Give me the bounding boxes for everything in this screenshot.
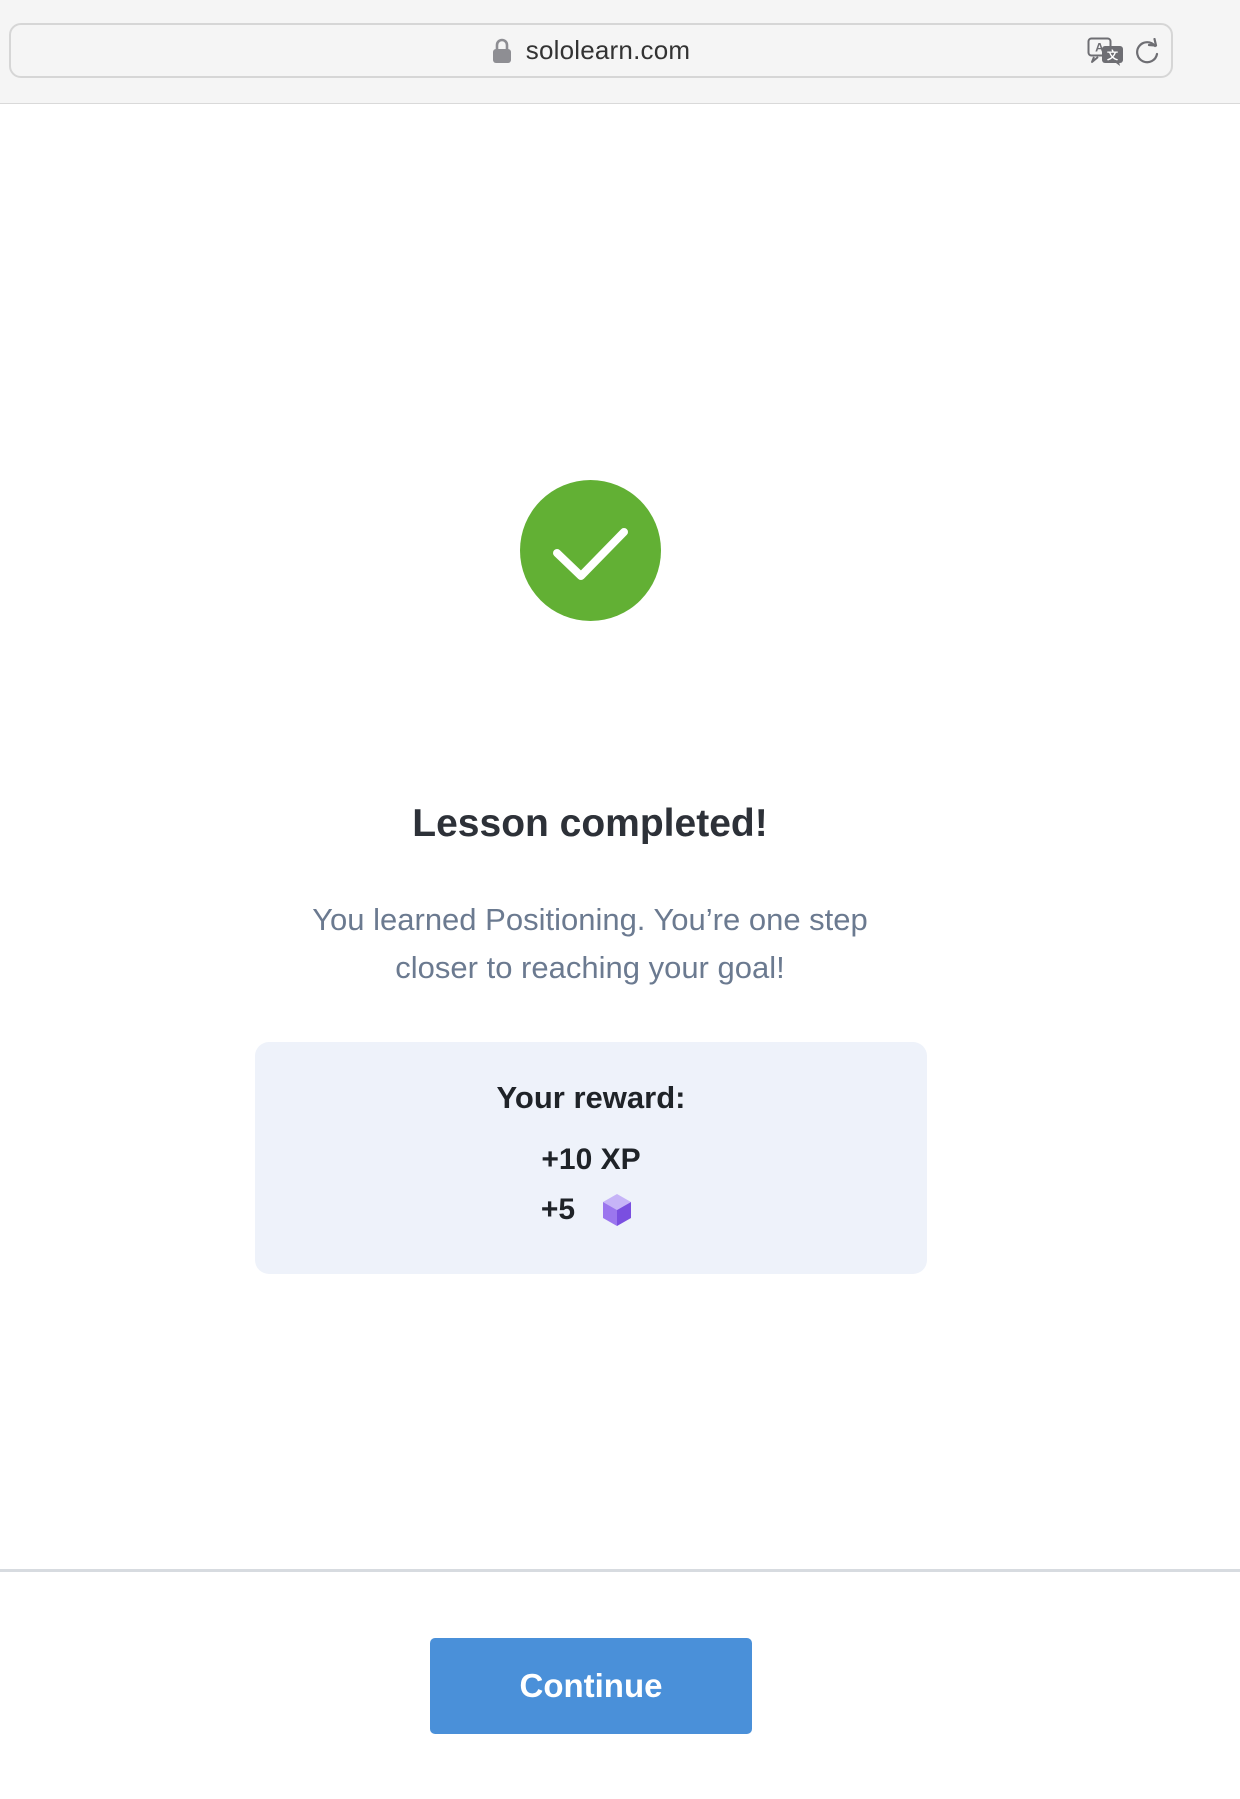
reward-gems: +5	[255, 1193, 927, 1227]
continue-button[interactable]: Continue	[430, 1638, 752, 1734]
reward-card: Your reward: +10 XP +5	[255, 1042, 927, 1274]
lesson-description: You learned Positioning. You’re one step…	[312, 902, 868, 985]
reload-icon[interactable]	[1133, 38, 1161, 66]
checkmark-circle-icon	[520, 480, 661, 621]
reward-xp: +10 XP	[541, 1143, 641, 1176]
page-title: Lesson completed!	[412, 802, 768, 845]
address-bar[interactable]: sololearn.com A 文	[9, 23, 1173, 78]
lock-icon	[492, 38, 511, 63]
reward-title: Your reward:	[496, 1080, 686, 1115]
gem-cube-icon	[603, 1194, 632, 1226]
reward-gems-value: +5	[540, 1193, 576, 1226]
address-content: sololearn.com	[11, 25, 1171, 76]
url-text: sololearn.com	[525, 35, 691, 65]
browser-toolbar: sololearn.com A 文	[0, 0, 1240, 104]
translate-icon[interactable]: A 文	[1087, 37, 1125, 67]
footer-divider	[0, 1569, 1240, 1572]
svg-text:文: 文	[1107, 48, 1119, 62]
